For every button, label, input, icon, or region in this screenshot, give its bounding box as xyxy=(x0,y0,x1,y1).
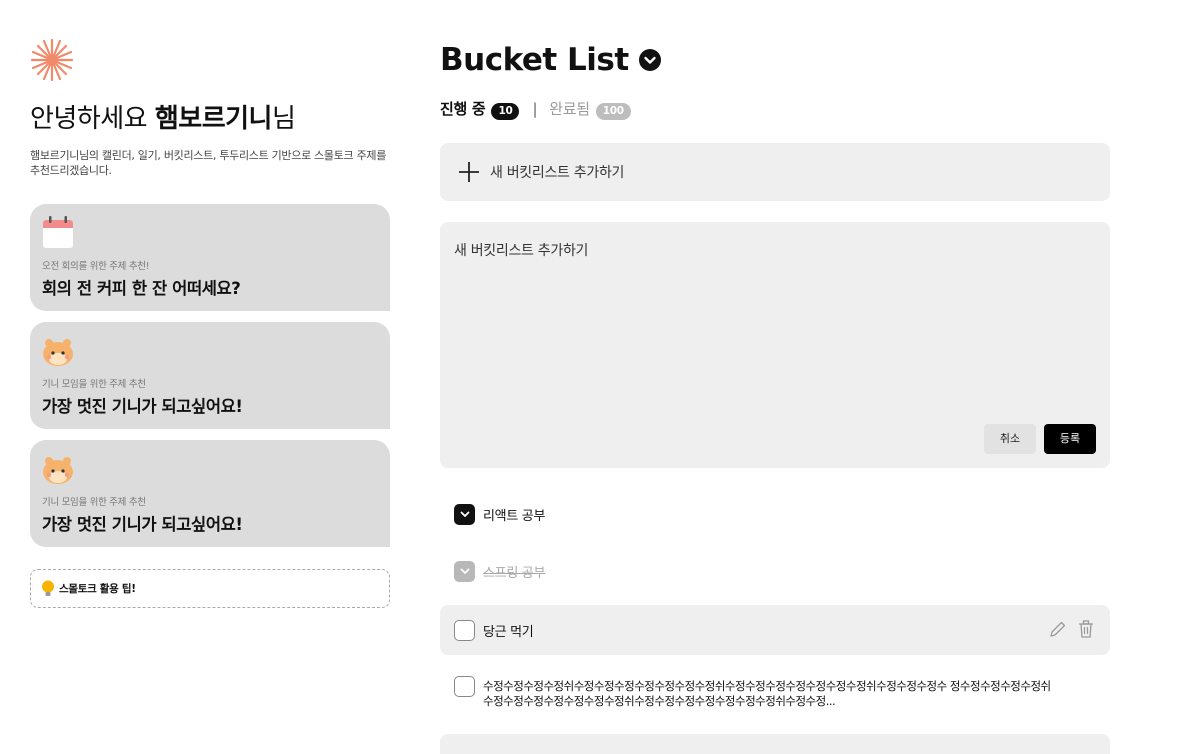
count-badge: 10 xyxy=(491,103,520,120)
page-title: Bucket List xyxy=(440,42,629,78)
pencil-icon[interactable] xyxy=(1048,619,1068,639)
bucket-input[interactable] xyxy=(454,240,1094,410)
tip-label: 스몰토크 활용 팁! xyxy=(59,583,136,595)
add-bucket-button[interactable]: 새 버킷리스트 추가하기 xyxy=(440,143,1110,201)
tab-in-progress[interactable]: 진행 중 10 xyxy=(440,98,520,120)
bucket-list-panel: Bucket List 진행 중 10 | 완료됨 100 새 버킷리스트 추가하기… xyxy=(440,40,1110,754)
card-title: 가장 멋진 기니가 되고싶어요! xyxy=(42,397,243,416)
hamster-icon xyxy=(43,339,73,366)
trash-icon[interactable] xyxy=(1076,619,1096,639)
user-name: 햄보르기니 xyxy=(154,104,273,134)
item-label: 당근 먹기 xyxy=(483,624,534,640)
calendar-icon xyxy=(43,216,73,248)
item-label: 리액트 공부 xyxy=(483,508,546,524)
list-item[interactable]: 수정수정수정수정쉬수정수정수정수정수정수정수정쉬수정수정수정수정수정수정수정쉬수… xyxy=(440,676,1110,709)
hamster-icon xyxy=(43,457,73,484)
checkbox[interactable] xyxy=(454,503,475,525)
list-item[interactable] xyxy=(440,734,1110,754)
status-tabs: 진행 중 10 | 완료됨 100 xyxy=(440,98,631,120)
add-bar-label: 새 버킷리스트 추가하기 xyxy=(490,165,625,181)
checkbox[interactable] xyxy=(454,676,475,697)
item-label: 스프링 공부 xyxy=(483,565,546,581)
sidebar-subtitle: 햄보르기니님의 캘린더, 일기, 버킷리스트, 투두리스트 기반으로 스몰토크 … xyxy=(30,149,387,177)
recommendation-card[interactable]: 기니 모임을 위한 주제 추천 가장 멋진 기니가 되고싶어요! xyxy=(30,440,390,547)
tab-completed[interactable]: 완료됨 100 xyxy=(549,98,631,120)
submit-button[interactable]: 등록 xyxy=(1044,424,1096,454)
checkbox[interactable] xyxy=(454,560,475,582)
list-item[interactable]: 스프링 공부 xyxy=(440,559,1110,583)
recommendation-card[interactable]: 기니 모임을 위한 주제 추천 가장 멋진 기니가 되고싶어요! xyxy=(30,322,390,429)
greeting: 안녕하세요 햄보르기니님 xyxy=(30,104,296,134)
sidebar: 안녕하세요 햄보르기니님 햄보르기니님의 캘린더, 일기, 버킷리스트, 투두리… xyxy=(30,38,390,608)
cancel-button[interactable]: 취소 xyxy=(984,424,1036,454)
bucket-editor: 취소 등록 xyxy=(440,222,1110,468)
card-title: 가장 멋진 기니가 되고싶어요! xyxy=(42,515,243,534)
smalltalk-tip-button[interactable]: 스몰토크 활용 팁! xyxy=(30,569,390,608)
item-label: 수정수정수정수정쉬수정수정수정수정수정수정수정쉬수정수정수정수정수정수정수정쉬수… xyxy=(483,679,1051,708)
list-item[interactable]: 리액트 공부 xyxy=(440,502,1110,526)
logo-icon xyxy=(30,38,74,82)
plus-icon xyxy=(459,162,479,182)
card-title: 회의 전 커피 한 잔 어떠세요? xyxy=(42,279,241,298)
tab-separator: | xyxy=(532,100,538,118)
list-item[interactable]: 당근 먹기 xyxy=(440,605,1110,655)
checkbox[interactable] xyxy=(454,619,475,641)
recommendation-card[interactable]: 오전 회의를 위한 주제 추천! 회의 전 커피 한 잔 어떠세요? xyxy=(30,204,390,311)
card-caption: 기니 모임을 위한 주제 추천 xyxy=(42,497,146,508)
lightbulb-icon xyxy=(42,580,54,596)
chevron-down-icon xyxy=(460,511,469,517)
card-caption: 오전 회의를 위한 주제 추천! xyxy=(42,261,150,272)
chevron-down-icon[interactable] xyxy=(638,49,661,71)
count-badge: 100 xyxy=(595,103,631,120)
card-caption: 기니 모임을 위한 주제 추천 xyxy=(42,379,146,390)
chevron-down-icon xyxy=(460,568,469,574)
